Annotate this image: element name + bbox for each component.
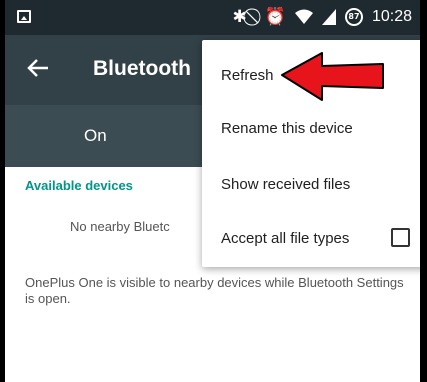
- battery-icon: 87: [344, 8, 363, 26]
- menu-item-rename-device[interactable]: Rename this device: [202, 102, 420, 154]
- menu-item-label: Accept all file types: [221, 229, 350, 247]
- visibility-text: OnePlus One is visible to nearby devices…: [25, 275, 404, 306]
- signal-icon: [321, 9, 336, 25]
- menu-item-label: Refresh: [221, 66, 274, 84]
- menu-item-label: Show received files: [221, 175, 351, 193]
- status-icons: ✱ ⃠ ⏰ 87 10:28: [233, 6, 412, 28]
- menu-item-accept-all-file-types[interactable]: Accept all file types: [202, 212, 420, 264]
- menu-item-label: Rename this device: [221, 119, 353, 137]
- page-title: Bluetooth: [93, 57, 191, 80]
- alarm-icon: ⏰: [264, 7, 286, 27]
- notification-image-icon: [17, 10, 31, 23]
- clock: 10:28: [371, 8, 412, 25]
- status-bar: ✱ ⃠ ⏰ 87 10:28: [5, 0, 420, 35]
- menu-item-show-received-files[interactable]: Show received files: [202, 158, 420, 210]
- available-devices-header: Available devices: [25, 178, 133, 193]
- wifi-icon: [294, 9, 313, 24]
- toggle-label: On: [84, 126, 107, 145]
- accept-all-checkbox[interactable]: [391, 228, 410, 247]
- bluetooth-icon: ✱: [232, 7, 247, 27]
- red-arrow-annotation: [281, 52, 384, 101]
- no-devices-text: No nearby Bluetc: [70, 219, 170, 234]
- back-arrow-icon[interactable]: [23, 53, 53, 83]
